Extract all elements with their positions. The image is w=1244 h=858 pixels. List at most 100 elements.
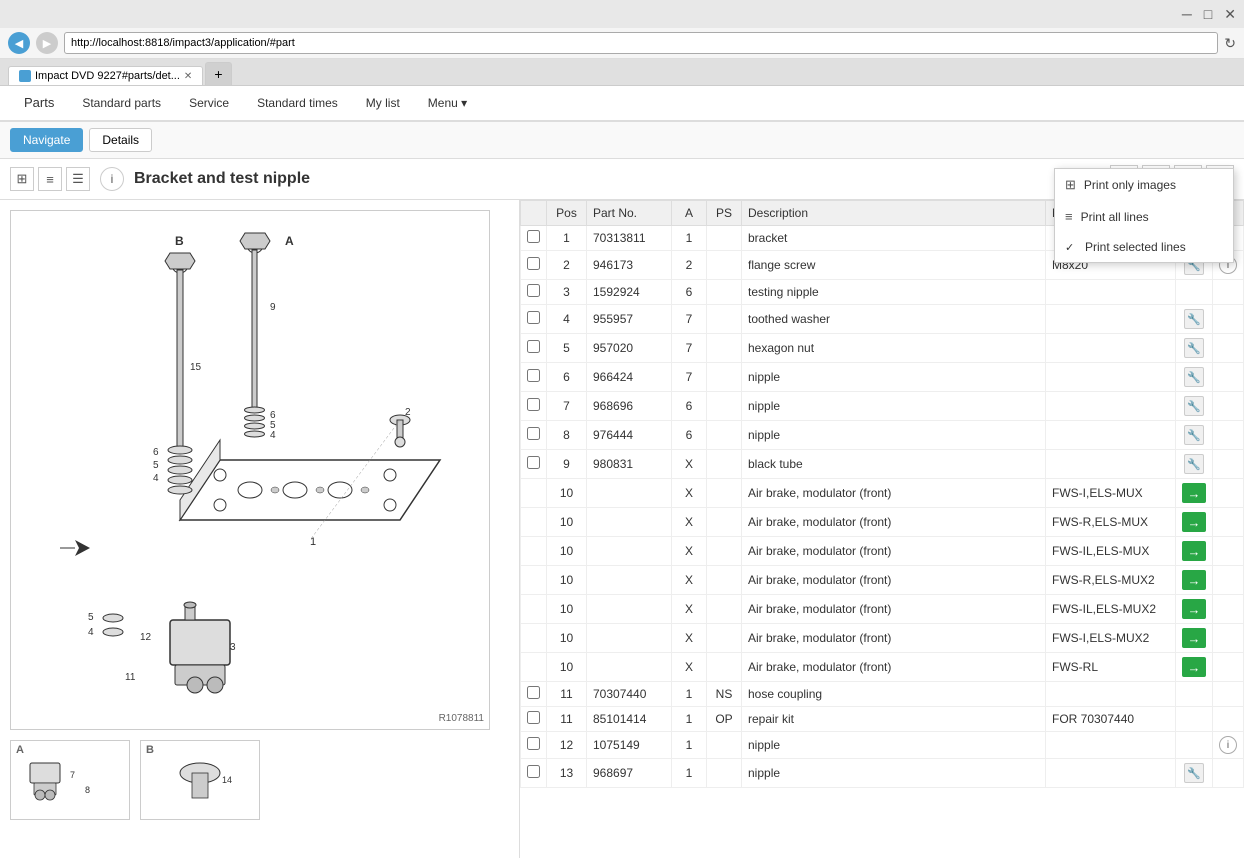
wrench-icon[interactable]: 🔧 (1184, 454, 1204, 474)
svg-text:9: 9 (270, 302, 276, 313)
diagram-thumbnails: A 7 8 B 14 (10, 740, 509, 820)
tab-close-btn[interactable]: ✕ (184, 71, 192, 82)
row-checkbox[interactable] (527, 427, 540, 440)
cell-description: Air brake, modulator (front) (742, 653, 1046, 682)
browser-chrome: ─ □ ✕ ◀ ▶ ↻ Impact DVD 9227#parts/det...… (0, 0, 1244, 86)
cell-info-icon (1213, 653, 1244, 682)
row-checkbox[interactable] (527, 711, 540, 724)
cell-notes (1046, 334, 1176, 363)
row-checkbox[interactable] (527, 686, 540, 699)
details-button[interactable]: Details (89, 128, 152, 152)
svg-text:3: 3 (230, 642, 236, 653)
table-row: 1210751491nipplei (521, 732, 1244, 759)
cell-partno (587, 508, 672, 537)
wrench-icon[interactable]: 🔧 (1184, 309, 1204, 329)
cell-partno: 946173 (587, 251, 672, 280)
nav-standard-times[interactable]: Standard times (243, 88, 352, 121)
forward-button[interactable]: ▶ (36, 32, 58, 54)
grid-view-icon[interactable]: ⊞ (10, 167, 34, 191)
cell-action-icon (1176, 707, 1213, 732)
cell-a: 7 (672, 305, 707, 334)
nav-my-list[interactable]: My list (352, 88, 414, 121)
cell-description: nipple (742, 392, 1046, 421)
cell-description: Air brake, modulator (front) (742, 624, 1046, 653)
cell-notes (1046, 759, 1176, 788)
cell-info-icon (1213, 682, 1244, 707)
wrench-icon[interactable]: 🔧 (1184, 763, 1204, 783)
table-row: 10XAir brake, modulator (front)FWS-R,ELS… (521, 508, 1244, 537)
navigate-arrow-btn[interactable]: → (1182, 628, 1206, 648)
wrench-icon[interactable]: 🔧 (1184, 338, 1204, 358)
cell-notes: FWS-RL (1046, 653, 1176, 682)
refresh-button[interactable]: ↻ (1224, 35, 1236, 52)
active-tab[interactable]: Impact DVD 9227#parts/det... ✕ (8, 66, 203, 85)
navigate-button[interactable]: Navigate (10, 128, 83, 152)
new-tab[interactable]: + (205, 62, 231, 85)
cell-a: X (672, 508, 707, 537)
row-checkbox[interactable] (527, 311, 540, 324)
cell-pos: 10 (547, 479, 587, 508)
page-info-icon[interactable]: i (100, 167, 124, 191)
detail-view-icon[interactable]: ☰ (66, 167, 90, 191)
cell-partno (587, 595, 672, 624)
row-checkbox[interactable] (527, 737, 540, 750)
main-content: 1 16 6 (0, 200, 1244, 858)
print-all-option[interactable]: ≡ Print all lines (1055, 201, 1233, 232)
col-a: A (672, 201, 707, 226)
navigate-arrow-btn[interactable]: → (1182, 483, 1206, 503)
svg-text:4: 4 (153, 473, 159, 484)
cell-notes: FWS-I,ELS-MUX (1046, 479, 1176, 508)
nav-service[interactable]: Service (175, 88, 243, 121)
url-input[interactable] (64, 32, 1218, 54)
navigate-arrow-btn[interactable]: → (1182, 541, 1206, 561)
cell-ps (707, 363, 742, 392)
cell-ps (707, 566, 742, 595)
list-view-icon[interactable]: ≡ (38, 167, 62, 191)
maximize-btn[interactable]: □ (1204, 6, 1212, 23)
cell-a: X (672, 450, 707, 479)
row-checkbox[interactable] (527, 369, 540, 382)
navigate-arrow-btn[interactable]: → (1182, 657, 1206, 677)
table-row: 11703074401NShose coupling (521, 682, 1244, 707)
wrench-icon[interactable]: 🔧 (1184, 425, 1204, 445)
print-selected-option[interactable]: ✓ Print selected lines (1055, 232, 1233, 262)
row-checkbox[interactable] (527, 284, 540, 297)
nav-parts[interactable]: Parts (10, 87, 68, 121)
svg-text:4: 4 (88, 627, 94, 638)
row-checkbox[interactable] (527, 456, 540, 469)
navigate-arrow-btn[interactable]: → (1182, 512, 1206, 532)
cell-pos: 6 (547, 363, 587, 392)
nav-standard-parts[interactable]: Standard parts (68, 88, 175, 121)
thumbnail-b[interactable]: B 14 (140, 740, 260, 820)
cell-partno: 70307440 (587, 682, 672, 707)
nav-menu[interactable]: Menu ▾ (414, 88, 481, 121)
close-btn[interactable]: ✕ (1224, 6, 1236, 23)
info-icon[interactable]: i (1219, 736, 1237, 754)
thumbnail-a[interactable]: A 7 8 (10, 740, 130, 820)
minimize-btn[interactable]: ─ (1182, 6, 1192, 23)
wrench-icon[interactable]: 🔧 (1184, 396, 1204, 416)
row-checkbox[interactable] (527, 230, 540, 243)
wrench-icon[interactable]: 🔧 (1184, 367, 1204, 387)
cell-action-icon: → (1176, 653, 1213, 682)
cell-action-icon: → (1176, 479, 1213, 508)
navigate-arrow-btn[interactable]: → (1182, 599, 1206, 619)
cell-ps (707, 280, 742, 305)
cell-notes (1046, 732, 1176, 759)
cell-ps (707, 479, 742, 508)
row-checkbox[interactable] (527, 765, 540, 778)
row-checkbox[interactable] (527, 257, 540, 270)
print-images-option[interactable]: ⊞ Print only images (1055, 169, 1233, 201)
cell-notes (1046, 392, 1176, 421)
cell-ps (707, 251, 742, 280)
row-checkbox[interactable] (527, 340, 540, 353)
cell-info-icon (1213, 707, 1244, 732)
row-checkbox[interactable] (527, 398, 540, 411)
cell-description: Air brake, modulator (front) (742, 566, 1046, 595)
title-bar-controls[interactable]: ─ □ ✕ (1182, 6, 1236, 23)
cell-ps: OP (707, 707, 742, 732)
cell-ps (707, 732, 742, 759)
cell-ps (707, 624, 742, 653)
navigate-arrow-btn[interactable]: → (1182, 570, 1206, 590)
back-button[interactable]: ◀ (8, 32, 30, 54)
